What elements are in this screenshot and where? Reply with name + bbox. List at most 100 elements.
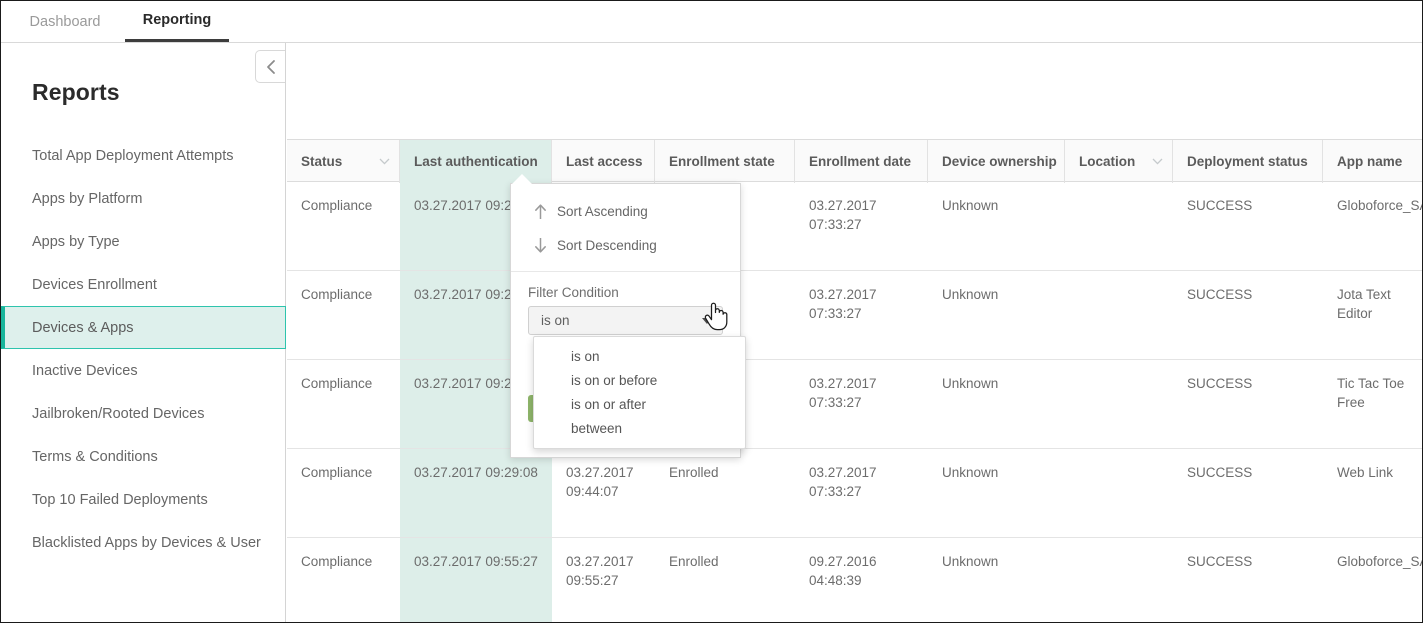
sidebar-item-top-10-failed-deployments[interactable]: Top 10 Failed Deployments — [1, 478, 286, 521]
cell-app-name: Globoforce_SA — [1323, 182, 1423, 270]
cell-deployment-status: SUCCESS — [1173, 538, 1323, 623]
report-main-panel: Status Last authentication Last access — [287, 43, 1423, 623]
sidebar-item-label: Apps by Platform — [32, 191, 142, 207]
tab-dashboard[interactable]: Dashboard — [17, 1, 113, 42]
reports-nav-list: Total App Deployment Attempts Apps by Pl… — [1, 134, 286, 564]
filter-option-is-on-or-before[interactable]: is on or before — [534, 368, 745, 392]
chevron-down-icon — [1152, 158, 1163, 165]
column-header-last-access[interactable]: Last access — [552, 140, 655, 183]
cell-status: Compliance — [287, 538, 400, 623]
table-row[interactable]: Compliance 03.27.2017 09:55:27 03.27.201… — [287, 538, 1423, 623]
cell-last-access: 03.27.2017 09:55:27 — [552, 538, 655, 623]
sidebar-item-inactive-devices[interactable]: Inactive Devices — [1, 349, 286, 392]
sidebar-item-terms-and-conditions[interactable]: Terms & Conditions — [1, 435, 286, 478]
column-header-enrollment-state[interactable]: Enrollment state — [655, 140, 795, 183]
devices-apps-table: Status Last authentication Last access — [287, 139, 1423, 623]
top-tab-bar: Dashboard Reporting — [1, 1, 1423, 43]
cell-deployment-status: SUCCESS — [1173, 360, 1323, 448]
column-header-location[interactable]: Location — [1065, 140, 1173, 183]
tab-dashboard-label: Dashboard — [30, 14, 101, 30]
column-header-label: Deployment status — [1187, 154, 1308, 169]
chevron-left-icon — [265, 59, 277, 75]
cell-deployment-status: SUCCESS — [1173, 271, 1323, 359]
filter-condition-option-list: is on is on or before is on or after bet… — [533, 336, 746, 449]
column-header-label: Location — [1079, 154, 1135, 169]
table-row[interactable]: Compliance 03.27.2017 09:29:08 03.27.201… — [287, 360, 1423, 449]
filter-condition-select[interactable]: is on — [528, 306, 723, 335]
cell-app-name: Web Link — [1323, 449, 1423, 537]
column-header-label: App name — [1337, 154, 1402, 169]
column-header-label: Last access — [566, 154, 643, 169]
cell-location — [1065, 271, 1173, 359]
cell-device-ownership: Unknown — [928, 271, 1065, 359]
application-window: Dashboard Reporting Reports Total App De… — [0, 0, 1423, 623]
cell-location — [1065, 449, 1173, 537]
filter-option-label: is on — [571, 349, 600, 364]
cell-enrollment-date: 03.27.2017 07:33:27 — [795, 360, 928, 448]
filter-condition-selected-value: is on — [541, 313, 570, 328]
sort-ascending-item[interactable]: Sort Ascending — [511, 194, 740, 228]
cell-location — [1065, 538, 1173, 623]
cell-status: Compliance — [287, 449, 400, 537]
column-header-app-name[interactable]: App name — [1323, 140, 1423, 183]
sidebar-item-devices-enrollment[interactable]: Devices Enrollment — [1, 263, 286, 306]
cell-status: Compliance — [287, 182, 400, 270]
filter-option-label: is on or before — [571, 373, 657, 388]
collapse-sidebar-button[interactable] — [255, 50, 285, 83]
filter-option-between[interactable]: between — [534, 416, 745, 440]
column-filter-popup: Sort Ascending Sort Descending Filter Co… — [510, 183, 741, 458]
cell-app-name: Tic Tac Toe Free — [1323, 360, 1423, 448]
filter-option-is-on-or-after[interactable]: is on or after — [534, 392, 745, 416]
sidebar-item-devices-and-apps[interactable]: Devices & Apps — [1, 306, 286, 349]
tab-reporting-label: Reporting — [143, 12, 211, 28]
cell-enrollment-state: Enrolled — [655, 449, 795, 537]
cell-deployment-status: SUCCESS — [1173, 182, 1323, 270]
sidebar-item-blacklisted-apps-by-devices-and-user[interactable]: Blacklisted Apps by Devices & User — [1, 521, 286, 564]
filter-option-label: between — [571, 421, 622, 436]
filter-option-label: is on or after — [571, 397, 646, 412]
chevron-down-icon — [379, 158, 390, 165]
popup-pointer-triangle — [511, 174, 533, 185]
column-header-device-ownership[interactable]: Device ownership — [928, 140, 1065, 183]
column-header-deployment-status[interactable]: Deployment status — [1173, 140, 1323, 183]
cell-device-ownership: Unknown — [928, 538, 1065, 623]
sidebar-item-label: Terms & Conditions — [32, 449, 158, 465]
column-header-status[interactable]: Status — [287, 140, 400, 183]
sidebar-item-apps-by-type[interactable]: Apps by Type — [1, 220, 286, 263]
sidebar-item-label: Inactive Devices — [32, 363, 138, 379]
sidebar-item-label: Blacklisted Apps by Devices & User — [32, 535, 261, 551]
cell-status: Compliance — [287, 271, 400, 359]
cell-deployment-status: SUCCESS — [1173, 449, 1323, 537]
sidebar-item-label: Total App Deployment Attempts — [32, 148, 234, 164]
table-row[interactable]: Compliance 03.27.2017 09:29:08 03.27.201… — [287, 449, 1423, 538]
sidebar-item-apps-by-platform[interactable]: Apps by Platform — [1, 177, 286, 220]
column-header-enrollment-date[interactable]: Enrollment date — [795, 140, 928, 183]
sort-options-group: Sort Ascending Sort Descending — [511, 184, 740, 272]
cell-app-name: Jota Text Editor — [1323, 271, 1423, 359]
column-header-label: Last authentication — [414, 154, 538, 169]
sidebar-item-jailbroken-rooted-devices[interactable]: Jailbroken/Rooted Devices — [1, 392, 286, 435]
column-header-label: Device ownership — [942, 154, 1057, 169]
filter-option-is-on[interactable]: is on — [534, 344, 745, 368]
cell-location — [1065, 360, 1173, 448]
cell-last-access: 03.27.2017 09:44:07 — [552, 449, 655, 537]
sort-descending-item[interactable]: Sort Descending — [511, 228, 740, 262]
sidebar-item-total-app-deployment-attempts[interactable]: Total App Deployment Attempts — [1, 134, 286, 177]
arrow-down-icon — [532, 237, 548, 254]
table-row[interactable]: Compliance 03.27.2017 09:29:08 03.27.201… — [287, 182, 1423, 271]
tab-reporting[interactable]: Reporting — [125, 1, 229, 42]
cell-enrollment-date: 03.27.2017 07:33:27 — [795, 449, 928, 537]
table-row[interactable]: Compliance 03.27.2017 09:29:08 03.27.201… — [287, 271, 1423, 360]
sidebar-item-label: Jailbroken/Rooted Devices — [32, 406, 204, 422]
cell-enrollment-date: 03.27.2017 07:33:27 — [795, 271, 928, 359]
chevron-down-icon — [702, 318, 712, 324]
cell-device-ownership: Unknown — [928, 182, 1065, 270]
sort-descending-label: Sort Descending — [557, 238, 657, 253]
cell-enrollment-date: 03.27.2017 07:33:27 — [795, 182, 928, 270]
sidebar-item-label: Top 10 Failed Deployments — [32, 492, 208, 508]
cell-last-authentication: 03.27.2017 09:55:27 — [400, 538, 552, 623]
arrow-up-icon — [532, 203, 548, 220]
sidebar-item-label: Devices & Apps — [32, 320, 134, 336]
sidebar-item-label: Apps by Type — [32, 234, 120, 250]
cell-last-authentication: 03.27.2017 09:29:08 — [400, 449, 552, 537]
